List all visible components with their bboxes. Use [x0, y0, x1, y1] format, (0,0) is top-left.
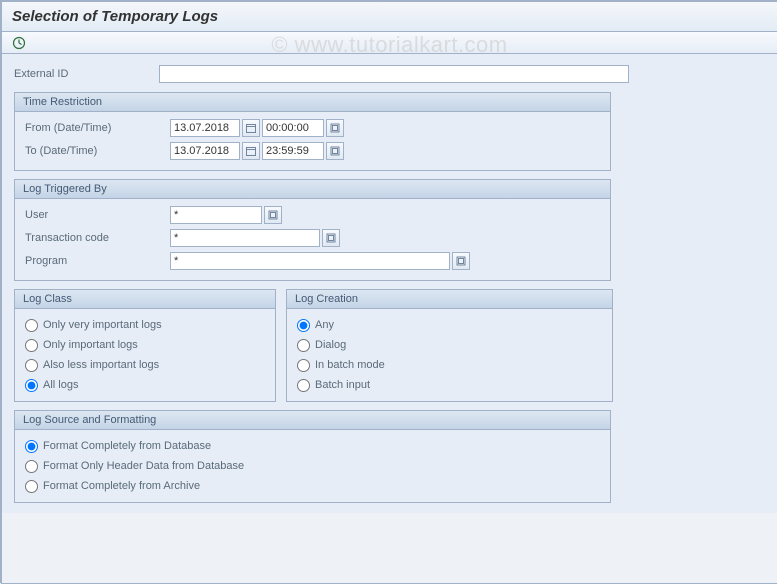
to-label: To (Date/Time)	[25, 145, 170, 157]
log-creation-option-3[interactable]: Batch input	[297, 375, 602, 395]
log-class-option-2[interactable]: Also less important logs	[25, 355, 265, 375]
external-id-row: External ID	[14, 64, 765, 84]
calendar-icon	[246, 123, 256, 133]
external-id-input[interactable]	[159, 65, 629, 83]
log-creation-group: Log Creation Any Dialog In batch mode Ba…	[286, 289, 613, 402]
log-creation-radio-1[interactable]	[297, 339, 310, 352]
log-source-label-1: Format Only Header Data from Database	[43, 460, 244, 472]
log-triggered-by-title: Log Triggered By	[15, 180, 610, 199]
log-class-radio-3[interactable]	[25, 379, 38, 392]
log-class-radio-1[interactable]	[25, 339, 38, 352]
log-source-option-1[interactable]: Format Only Header Data from Database	[25, 456, 600, 476]
log-source-group: Log Source and Formatting Format Complet…	[14, 410, 611, 503]
page-title: Selection of Temporary Logs	[2, 2, 777, 32]
log-creation-option-2[interactable]: In batch mode	[297, 355, 602, 375]
time-restriction-title: Time Restriction	[15, 93, 610, 112]
log-class-label-3: All logs	[43, 379, 78, 391]
log-creation-option-1[interactable]: Dialog	[297, 335, 602, 355]
user-input[interactable]	[170, 206, 262, 224]
tcode-label: Transaction code	[25, 232, 170, 244]
log-creation-label-2: In batch mode	[315, 359, 385, 371]
log-creation-label-3: Batch input	[315, 379, 370, 391]
calendar-icon	[246, 146, 256, 156]
external-id-label: External ID	[14, 68, 159, 80]
log-class-radio-2[interactable]	[25, 359, 38, 372]
log-class-label-2: Also less important logs	[43, 359, 159, 371]
log-source-label-2: Format Completely from Archive	[43, 480, 200, 492]
log-creation-radio-2[interactable]	[297, 359, 310, 372]
log-source-label-0: Format Completely from Database	[43, 440, 211, 452]
to-time-help-button[interactable]	[326, 142, 344, 160]
log-source-radio-0[interactable]	[25, 440, 38, 453]
user-help-button[interactable]	[264, 206, 282, 224]
tcode-help-button[interactable]	[322, 229, 340, 247]
tcode-input[interactable]	[170, 229, 320, 247]
user-label: User	[25, 209, 170, 221]
from-label: From (Date/Time)	[25, 122, 170, 134]
log-class-option-0[interactable]: Only very important logs	[25, 315, 265, 335]
form-area: External ID Time Restriction From (Date/…	[2, 54, 777, 513]
toolbar	[2, 32, 777, 54]
log-source-option-0[interactable]: Format Completely from Database	[25, 436, 600, 456]
log-creation-label-0: Any	[315, 319, 334, 331]
log-creation-option-0[interactable]: Any	[297, 315, 602, 335]
from-date-help-button[interactable]	[242, 119, 260, 137]
from-date-input[interactable]	[170, 119, 240, 137]
valuehelp-icon	[326, 233, 336, 243]
log-creation-radio-0[interactable]	[297, 319, 310, 332]
to-date-input[interactable]	[170, 142, 240, 160]
program-help-button[interactable]	[452, 252, 470, 270]
valuehelp-icon	[330, 146, 340, 156]
log-source-radio-1[interactable]	[25, 460, 38, 473]
log-source-radio-2[interactable]	[25, 480, 38, 493]
log-class-option-3[interactable]: All logs	[25, 375, 265, 395]
from-time-input[interactable]	[262, 119, 324, 137]
log-source-option-2[interactable]: Format Completely from Archive	[25, 476, 600, 496]
log-creation-label-1: Dialog	[315, 339, 346, 351]
to-time-input[interactable]	[262, 142, 324, 160]
log-creation-title: Log Creation	[287, 290, 612, 309]
from-time-help-button[interactable]	[326, 119, 344, 137]
log-class-label-1: Only important logs	[43, 339, 138, 351]
to-date-help-button[interactable]	[242, 142, 260, 160]
log-class-option-1[interactable]: Only important logs	[25, 335, 265, 355]
program-label: Program	[25, 255, 170, 267]
log-class-group: Log Class Only very important logs Only …	[14, 289, 276, 402]
execute-button[interactable]	[10, 34, 28, 52]
program-input[interactable]	[170, 252, 450, 270]
log-creation-radio-3[interactable]	[297, 379, 310, 392]
log-class-radio-0[interactable]	[25, 319, 38, 332]
clock-execute-icon	[12, 36, 26, 50]
log-class-title: Log Class	[15, 290, 275, 309]
valuehelp-icon	[330, 123, 340, 133]
time-restriction-group: Time Restriction From (Date/Time)	[14, 92, 611, 171]
valuehelp-icon	[456, 256, 466, 266]
two-column-row: Log Class Only very important logs Only …	[14, 289, 765, 402]
log-triggered-by-group: Log Triggered By User Transaction code	[14, 179, 611, 281]
log-source-title: Log Source and Formatting	[15, 411, 610, 430]
valuehelp-icon	[268, 210, 278, 220]
log-class-label-0: Only very important logs	[43, 319, 162, 331]
